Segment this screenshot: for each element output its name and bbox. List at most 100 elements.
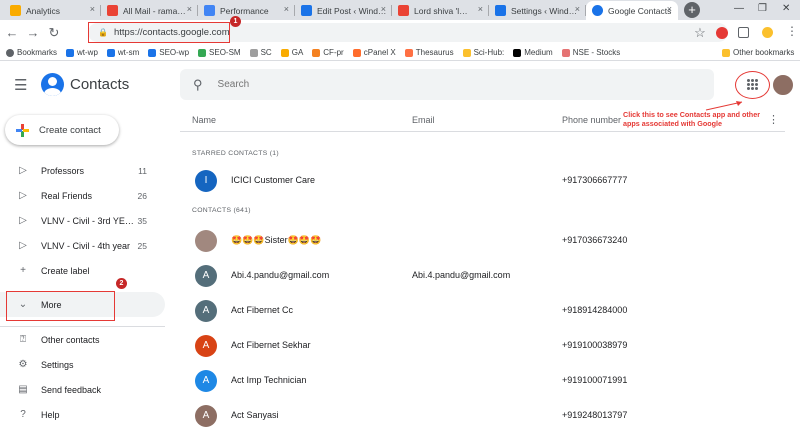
analytics-icon: [280, 48, 289, 57]
close-tab-icon[interactable]: ×: [284, 4, 289, 14]
contact-row[interactable]: A Act Fibernet Cc +918914284000: [180, 295, 785, 330]
contact-row[interactable]: A Act Sanyasi +919248013797: [180, 400, 785, 435]
nse-icon: [561, 48, 570, 57]
new-tab-button[interactable]: +: [684, 2, 700, 18]
bookmark-item[interactable]: Sci-Hub:: [462, 48, 504, 57]
maximize-icon[interactable]: ❐: [758, 3, 767, 14]
search-icon[interactable]: ⚲: [193, 77, 203, 93]
bookmark-item[interactable]: wt-wp: [66, 48, 98, 57]
cpanel-icon: [352, 48, 361, 57]
search-console-icon: [249, 48, 258, 57]
app-header: ☰ Contacts ⚲ Click this to see Contacts …: [0, 62, 800, 128]
label-icon: ▷: [19, 165, 27, 176]
bookmark-item[interactable]: SEO-SM: [198, 48, 241, 57]
account-avatar[interactable]: [772, 74, 794, 96]
browser-tab-active[interactable]: Google Contacts ×: [586, 1, 678, 20]
app-title[interactable]: Contacts: [70, 76, 129, 93]
contact-avatar: A: [195, 335, 217, 357]
search-input[interactable]: [217, 79, 668, 90]
column-name[interactable]: Name: [192, 115, 216, 125]
close-tab-icon[interactable]: ×: [187, 4, 192, 14]
contact-row[interactable]: A Abi.4.pandu@gmail.com Abi.4.pandu@gmai…: [180, 260, 785, 295]
contact-row[interactable]: I ICICI Customer Care +917306667777: [180, 165, 785, 200]
close-tab-icon[interactable]: ×: [667, 4, 672, 14]
browser-tab[interactable]: All Mail - rama… ×: [101, 1, 198, 20]
close-tab-icon[interactable]: ×: [575, 4, 580, 14]
main-menu-icon[interactable]: ☰: [14, 76, 27, 94]
gear-icon: ⚙: [18, 359, 28, 370]
create-label-item[interactable]: + Create label: [0, 258, 165, 283]
adblock-icon[interactable]: [716, 27, 728, 39]
google-apps-icon[interactable]: [747, 79, 758, 90]
send-feedback-item[interactable]: ▤ Send feedback: [0, 377, 165, 402]
contact-row[interactable]: A Act Fibernet Sekhar +919100038979: [180, 330, 785, 365]
close-tab-icon[interactable]: ×: [478, 4, 483, 14]
menu-icon[interactable]: ⋮: [786, 24, 798, 38]
plus-icon: +: [20, 265, 26, 276]
sidebar-label-item[interactable]: ▷ VLNV - Civil - 3rd YE… 35: [0, 208, 165, 233]
bookmark-item[interactable]: CF-pr: [312, 48, 344, 57]
contact-photo: [195, 230, 217, 252]
label-icon: ▷: [19, 215, 27, 226]
sidebar-label-item[interactable]: ▷ Real Friends 26: [0, 183, 165, 208]
help-item[interactable]: ? Help: [0, 402, 165, 427]
minimize-icon[interactable]: —: [734, 3, 744, 14]
analytics-icon: [10, 5, 21, 16]
reload-icon[interactable]: ↻: [45, 25, 63, 41]
contacts-icon: [592, 5, 603, 16]
performance-icon: [204, 5, 215, 16]
blog-icon: [398, 5, 409, 16]
contacts-heading: CONTACTS (641): [192, 207, 251, 214]
more-vert-icon[interactable]: ⋮: [768, 113, 779, 126]
close-tab-icon[interactable]: ×: [381, 4, 386, 14]
bookmark-item[interactable]: SC: [249, 48, 272, 57]
star-icon[interactable]: ☆: [691, 25, 709, 41]
browser-tab[interactable]: Analytics ×: [4, 1, 101, 20]
bookmark-item[interactable]: Medium: [513, 48, 553, 57]
bookmark-item[interactable]: NSE - Stocks: [561, 48, 620, 57]
thesaurus-icon: [404, 48, 413, 57]
extension-icon[interactable]: [762, 27, 773, 38]
contact-avatar: A: [195, 300, 217, 322]
bookmark-item[interactable]: Thesaurus: [404, 48, 454, 57]
label-icon: ▷: [19, 190, 27, 201]
browser-tab[interactable]: Edit Post ‹ Wind… ×: [295, 1, 392, 20]
search-bar[interactable]: ⚲: [180, 69, 714, 100]
close-tab-icon[interactable]: ×: [90, 4, 95, 14]
scihub-icon: [462, 48, 471, 57]
browser-tab[interactable]: Lord shiva 'l… ×: [392, 1, 489, 20]
sidebar-label-item[interactable]: ▷ Professors 11: [0, 158, 165, 183]
bookmark-item[interactable]: cPanel X: [352, 48, 396, 57]
browser-tab[interactable]: Settings ‹ Wind… ×: [489, 1, 586, 20]
column-phone[interactable]: Phone number: [562, 115, 621, 125]
browser-toolbar: ← → ↻ 🔒 https://contacts.google.com 1 ☆ …: [0, 16, 800, 45]
other-contacts-item[interactable]: ⍰ Other contacts: [0, 327, 165, 352]
contacts-logo-icon: [41, 73, 64, 96]
browser-tab-strip: Analytics × All Mail - rama… × Performance…: [0, 0, 800, 20]
sidebar-label-item[interactable]: ▷ VLNV - Civil - 4th year 25: [0, 233, 165, 258]
forward-icon[interactable]: →: [24, 25, 42, 40]
wordpress-icon: [495, 5, 506, 16]
back-icon[interactable]: ←: [3, 25, 21, 40]
feedback-icon: ▤: [18, 384, 28, 395]
sidebar-bottom: ⍰ Other contacts ⚙ Settings ▤ Send feedback…: [0, 327, 165, 427]
settings-item[interactable]: ⚙ Settings: [0, 352, 165, 377]
close-window-icon[interactable]: ✕: [782, 3, 790, 14]
bookmark-item[interactable]: SEO-wp: [148, 48, 189, 57]
contact-avatar: I: [195, 170, 217, 192]
bookmark-item[interactable]: GA: [280, 48, 303, 57]
gmail-icon: [107, 5, 118, 16]
column-email[interactable]: Email: [412, 115, 435, 125]
bookmark-item[interactable]: wt-sm: [106, 48, 139, 57]
extension-icon[interactable]: [738, 27, 749, 38]
bookmark-folder[interactable]: Other bookmarks: [722, 48, 794, 57]
create-contact-button[interactable]: Create contact: [5, 115, 119, 145]
contact-row[interactable]: 🤩🤩🤩Sister🤩🤩🤩 +917036673240: [180, 225, 785, 260]
contact-row[interactable]: A Act Imp Technician +919100071991: [180, 365, 785, 400]
contact-avatar: A: [195, 405, 217, 427]
browser-tab[interactable]: Performance ×: [198, 1, 295, 20]
seo-icon: [198, 48, 207, 57]
contacts-list: Name Email Phone number ⋮ STARRED CONTAC…: [180, 108, 800, 427]
bookmark-item[interactable]: Bookmarks: [6, 48, 57, 57]
contact-avatar: A: [195, 265, 217, 287]
